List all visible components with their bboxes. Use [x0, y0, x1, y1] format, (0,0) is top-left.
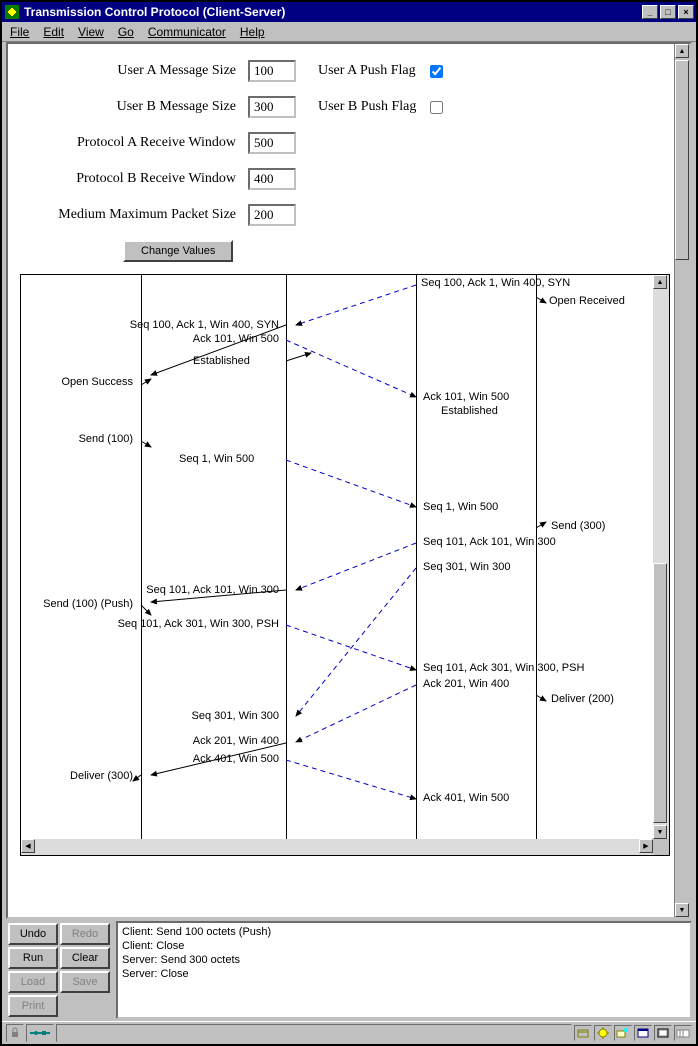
lifeline [536, 275, 537, 839]
proto-a-win-label: Protocol A Receive Window [48, 135, 248, 151]
diagram-label: Ack 101, Win 500 [423, 391, 509, 403]
diagram-label: Seq 100, Ack 1, Win 400, SYN [421, 277, 570, 289]
proto-a-win-input[interactable] [248, 132, 296, 154]
tray-icon-1[interactable] [574, 1025, 592, 1041]
minimize-button[interactable]: _ [642, 5, 658, 19]
lifeline [416, 275, 417, 839]
diagram-label: Ack 101, Win 500 [193, 333, 279, 345]
window-controls: _ □ × [640, 5, 694, 19]
diagram-label: Send (100) [79, 433, 133, 445]
print-button[interactable]: Print [8, 995, 58, 1017]
diagram-scrollbar-v[interactable]: ▲ ▼ [653, 275, 669, 839]
diag-scroll-left-icon[interactable]: ◀ [21, 839, 35, 853]
close-button[interactable]: × [678, 5, 694, 19]
diagram-label: Ack 401, Win 500 [193, 753, 279, 765]
diag-scroll-right-icon[interactable]: ▶ [639, 839, 653, 853]
statusbar [2, 1021, 696, 1044]
status-tray [574, 1025, 692, 1041]
menu-view[interactable]: View [78, 25, 104, 39]
menu-help[interactable]: Help [240, 25, 265, 39]
titlebar: Transmission Control Protocol (Client-Se… [2, 2, 696, 22]
user-a-msg-label: User A Message Size [48, 63, 248, 79]
diagram-label: Seq 1, Win 500 [179, 453, 254, 465]
diagram-label: Send (100) (Push) [43, 598, 133, 610]
user-a-push-label: User A Push Flag [318, 63, 416, 79]
diagram-label: Ack 201, Win 400 [423, 678, 509, 690]
control-buttons: Undo Redo Run Clear Load Save Print [6, 921, 112, 1019]
scroll-up-icon[interactable]: ▲ [675, 44, 689, 58]
content-scrollbar-v[interactable]: ▲ ▼ [674, 44, 690, 917]
diagram-scrollbar-h[interactable]: ◀ ▶ [21, 839, 653, 855]
proto-b-win-input[interactable] [248, 168, 296, 190]
app-window: Transmission Control Protocol (Client-Se… [0, 0, 698, 1046]
menu-file[interactable]: File [10, 25, 29, 39]
user-a-push-checkbox[interactable] [430, 65, 443, 78]
maximize-button[interactable]: □ [660, 5, 676, 19]
diagram-label: Ack 401, Win 500 [423, 792, 509, 804]
menu-communicator[interactable]: Communicator [148, 25, 226, 39]
tray-icon-6[interactable] [674, 1025, 692, 1041]
diagram-label: Seq 1, Win 500 [423, 501, 498, 513]
diagram-label: Seq 100, Ack 1, Win 400, SYN [130, 319, 279, 331]
clear-button[interactable]: Clear [60, 947, 110, 969]
load-button[interactable]: Load [8, 971, 58, 993]
diagram-label: Open Success [61, 376, 133, 388]
event-log[interactable]: Client: Send 100 octets (Push)Client: Cl… [116, 921, 692, 1019]
lifeline [286, 275, 287, 839]
save-button[interactable]: Save [60, 971, 110, 993]
user-a-msg-input[interactable] [248, 60, 296, 82]
status-connection-icon [26, 1024, 54, 1042]
medium-label: Medium Maximum Packet Size [48, 207, 248, 223]
diagram-label: Seq 301, Win 300 [423, 561, 510, 573]
change-values-button[interactable]: Change Values [123, 240, 233, 262]
diagram-label: Seq 101, Ack 101, Win 300 [423, 536, 556, 548]
redo-button[interactable]: Redo [60, 923, 110, 945]
window-title: Transmission Control Protocol (Client-Se… [24, 5, 640, 19]
diag-scroll-up-icon[interactable]: ▲ [653, 275, 667, 289]
status-security-icon [6, 1024, 24, 1042]
diagram-label: Established [193, 355, 250, 367]
tray-icon-2[interactable] [594, 1025, 612, 1041]
menu-edit[interactable]: Edit [43, 25, 64, 39]
diagram-label: Open Received [549, 295, 625, 307]
user-b-msg-input[interactable] [248, 96, 296, 118]
sequence-diagram: Seq 100, Ack 1, Win 400, SYN Open Receive… [20, 274, 670, 856]
diag-scroll-thumb-v[interactable] [653, 563, 667, 823]
tray-icon-5[interactable] [654, 1025, 672, 1041]
user-b-push-checkbox[interactable] [430, 101, 443, 114]
diagram-canvas: Seq 100, Ack 1, Win 400, SYN Open Receive… [21, 275, 653, 839]
diagram-label: Deliver (200) [551, 693, 614, 705]
user-b-push-label: User B Push Flag [318, 99, 416, 115]
tray-icon-3[interactable] [614, 1025, 632, 1041]
diagram-label: Ack 201, Win 400 [193, 735, 279, 747]
diagram-label: Seq 101, Ack 101, Win 300 [146, 584, 279, 596]
diagram-label: Seq 101, Ack 301, Win 300, PSH [118, 618, 279, 630]
diagram-label: Seq 101, Ack 301, Win 300, PSH [423, 662, 584, 674]
status-message [56, 1024, 572, 1042]
scroll-down-icon[interactable]: ▼ [675, 903, 689, 917]
scroll-thumb[interactable] [675, 60, 689, 260]
menu-go[interactable]: Go [118, 25, 134, 39]
content-area: ▲ ▼ User A Message Size User A Push Flag… [6, 42, 692, 919]
tray-icon-4[interactable] [634, 1025, 652, 1041]
diagram-label: Seq 301, Win 300 [192, 710, 279, 722]
diagram-label: Send (300) [551, 520, 605, 532]
diag-scroll-down-icon[interactable]: ▼ [653, 825, 667, 839]
lifeline [141, 275, 142, 839]
bottom-panel: Undo Redo Run Clear Load Save Print Clie… [6, 921, 692, 1019]
run-button[interactable]: Run [8, 947, 58, 969]
parameter-form: User A Message Size User A Push Flag Use… [8, 44, 674, 270]
undo-button[interactable]: Undo [8, 923, 58, 945]
proto-b-win-label: Protocol B Receive Window [48, 171, 248, 187]
menubar: File Edit View Go Communicator Help [2, 22, 696, 42]
diagram-label: Deliver (300) [70, 770, 133, 782]
app-icon [4, 4, 20, 20]
diagram-scroll-corner [653, 839, 669, 855]
medium-input[interactable] [248, 204, 296, 226]
user-b-msg-label: User B Message Size [48, 99, 248, 115]
diagram-label: Established [441, 405, 498, 417]
